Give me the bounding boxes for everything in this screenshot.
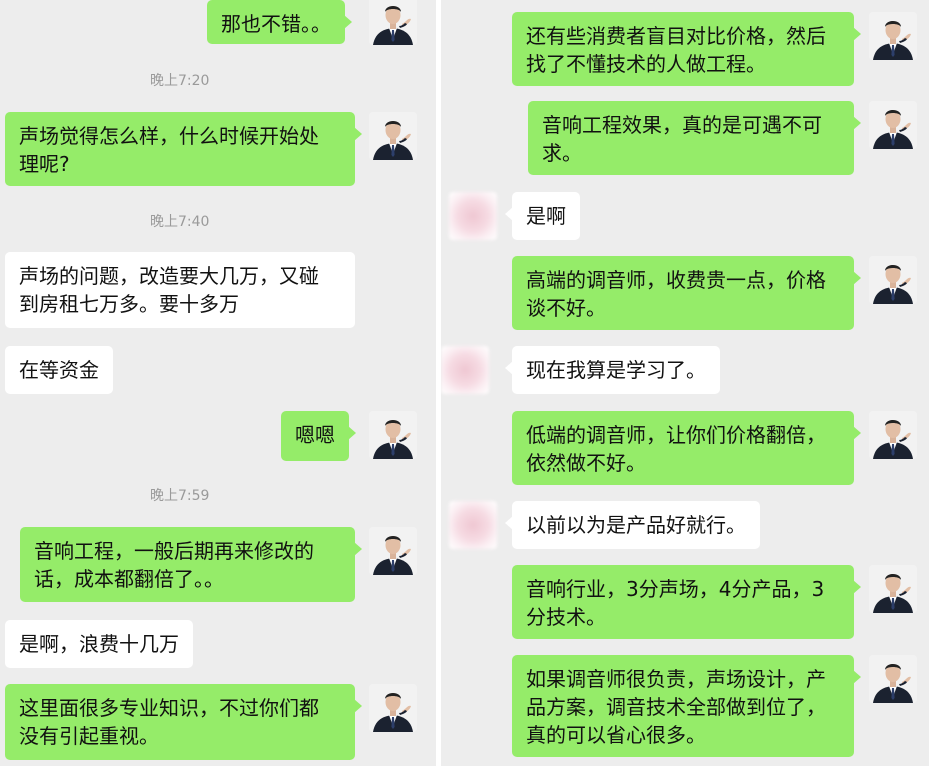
message-bubble[interactable]: 音响工程效果，真的是可遇不可 求。 bbox=[528, 101, 861, 175]
message-bubble[interactable]: 在等资金 bbox=[5, 346, 113, 394]
message-bubble[interactable]: 如果调音师很负责，声场设计，产 品方案，调音技术全部做到位了， 真的可以省心很多。 bbox=[512, 655, 861, 757]
message-line: 品方案，调音技术全部做到位了， bbox=[526, 695, 826, 719]
message-line: 音响工程，一般后期再来修改的 bbox=[34, 539, 314, 563]
message-line: 声场觉得怎么样，什么时候开始处 bbox=[19, 124, 319, 148]
user-avatar-icon bbox=[369, 0, 417, 45]
message-bubble[interactable]: 以前以为是产品好就行。 bbox=[505, 501, 760, 549]
my-avatar[interactable] bbox=[369, 112, 417, 160]
my-avatar[interactable] bbox=[369, 684, 417, 732]
message-text: 以前以为是产品好就行。 bbox=[526, 513, 746, 537]
user-avatar-icon bbox=[369, 684, 417, 732]
my-avatar[interactable] bbox=[869, 101, 917, 149]
message-bubble[interactable]: 低端的调音师，让你们价格翻倍， 依然做不好。 bbox=[512, 411, 861, 485]
message-bubble[interactable]: 现在我算是学习了。 bbox=[505, 346, 720, 394]
message-line: 如果调音师很负责，声场设计，产 bbox=[526, 667, 826, 691]
message-line: 这里面很多专业知识，不过你们都 bbox=[19, 696, 319, 720]
message-bubble[interactable]: 声场的问题，改造要大几万，又碰 到房租七万多。要十多万 bbox=[5, 252, 355, 328]
message-text: 在等资金 bbox=[19, 358, 99, 382]
message-line: 没有引起重视。 bbox=[19, 724, 159, 748]
message-bubble[interactable]: 高端的调音师，收费贵一点，价格 谈不好。 bbox=[512, 256, 861, 330]
message-text: 是啊 bbox=[526, 204, 566, 228]
contact-avatar[interactable] bbox=[441, 346, 489, 394]
user-avatar-icon bbox=[869, 565, 917, 613]
message-bubble[interactable]: 那也不错。。 bbox=[207, 0, 352, 44]
my-avatar[interactable] bbox=[369, 411, 417, 459]
message-line: 音响行业，3分声场，4分产品，3 bbox=[526, 577, 825, 601]
timestamp: 晚上7:20 bbox=[150, 73, 210, 89]
user-avatar-icon bbox=[369, 112, 417, 160]
message-line: 分技术。 bbox=[526, 605, 606, 629]
message-line: 找了不懂技术的人做工程。 bbox=[526, 52, 766, 76]
message-line: 低端的调音师，让你们价格翻倍， bbox=[526, 423, 826, 447]
message-line: 到房租七万多。要十多万 bbox=[19, 292, 239, 316]
message-bubble[interactable]: 是啊，浪费十几万 bbox=[5, 620, 193, 668]
message-text: 嗯嗯 bbox=[295, 423, 335, 447]
message-bubble[interactable]: 音响工程，一般后期再来修改的 话，成本都翻倍了。。 bbox=[20, 527, 362, 602]
message-text: 是啊，浪费十几万 bbox=[19, 632, 179, 656]
timestamp: 晚上7:40 bbox=[150, 214, 210, 230]
message-line: 求。 bbox=[542, 141, 582, 165]
chat-panel-right[interactable]: 还有些消费者盲目对比价格，然后 找了不懂技术的人做工程。 音响工程效果，真的是可遇… bbox=[441, 0, 929, 766]
contact-avatar[interactable] bbox=[449, 501, 497, 549]
message-bubble[interactable]: 嗯嗯 bbox=[281, 411, 356, 461]
user-avatar-icon bbox=[869, 12, 917, 60]
my-avatar[interactable] bbox=[369, 527, 417, 575]
message-line: 真的可以省心很多。 bbox=[526, 723, 706, 747]
user-avatar-icon bbox=[869, 655, 917, 703]
message-line: 还有些消费者盲目对比价格，然后 bbox=[526, 24, 826, 48]
message-bubble[interactable]: 是啊 bbox=[505, 192, 580, 240]
my-avatar[interactable] bbox=[869, 411, 917, 459]
message-text: 现在我算是学习了。 bbox=[526, 358, 706, 382]
message-line: 音响工程效果，真的是可遇不可 bbox=[542, 113, 822, 137]
user-avatar-icon bbox=[369, 527, 417, 575]
my-avatar[interactable] bbox=[369, 0, 417, 45]
message-line: 理呢? bbox=[19, 152, 70, 176]
user-avatar-icon bbox=[369, 411, 417, 459]
my-avatar[interactable] bbox=[869, 655, 917, 703]
my-avatar[interactable] bbox=[869, 256, 917, 304]
timestamp: 晚上7:59 bbox=[150, 488, 210, 504]
message-line: 谈不好。 bbox=[526, 296, 606, 320]
message-line: 高端的调音师，收费贵一点，价格 bbox=[526, 268, 826, 292]
chat-panel-left[interactable]: 那也不错。。 晚上7:20 声场觉得怎么样，什么时候开始处 理呢? 晚上7:40 … bbox=[0, 0, 436, 766]
message-bubble[interactable]: 声场觉得怎么样，什么时候开始处 理呢? bbox=[5, 112, 362, 186]
message-line: 声场的问题，改造要大几万，又碰 bbox=[19, 264, 319, 288]
message-bubble[interactable]: 还有些消费者盲目对比价格，然后 找了不懂技术的人做工程。 bbox=[512, 12, 861, 86]
message-text: 那也不错。。 bbox=[221, 12, 331, 36]
message-line: 话，成本都翻倍了。。 bbox=[34, 567, 224, 591]
user-avatar-icon bbox=[869, 411, 917, 459]
user-avatar-icon bbox=[869, 101, 917, 149]
contact-avatar[interactable] bbox=[449, 192, 497, 240]
message-line: 依然做不好。 bbox=[526, 451, 646, 475]
user-avatar-icon bbox=[869, 256, 917, 304]
message-bubble[interactable]: 音响行业，3分声场，4分产品，3 分技术。 bbox=[512, 565, 861, 639]
my-avatar[interactable] bbox=[869, 12, 917, 60]
my-avatar[interactable] bbox=[869, 565, 917, 613]
message-bubble[interactable]: 这里面很多专业知识，不过你们都 没有引起重视。 bbox=[5, 684, 362, 760]
